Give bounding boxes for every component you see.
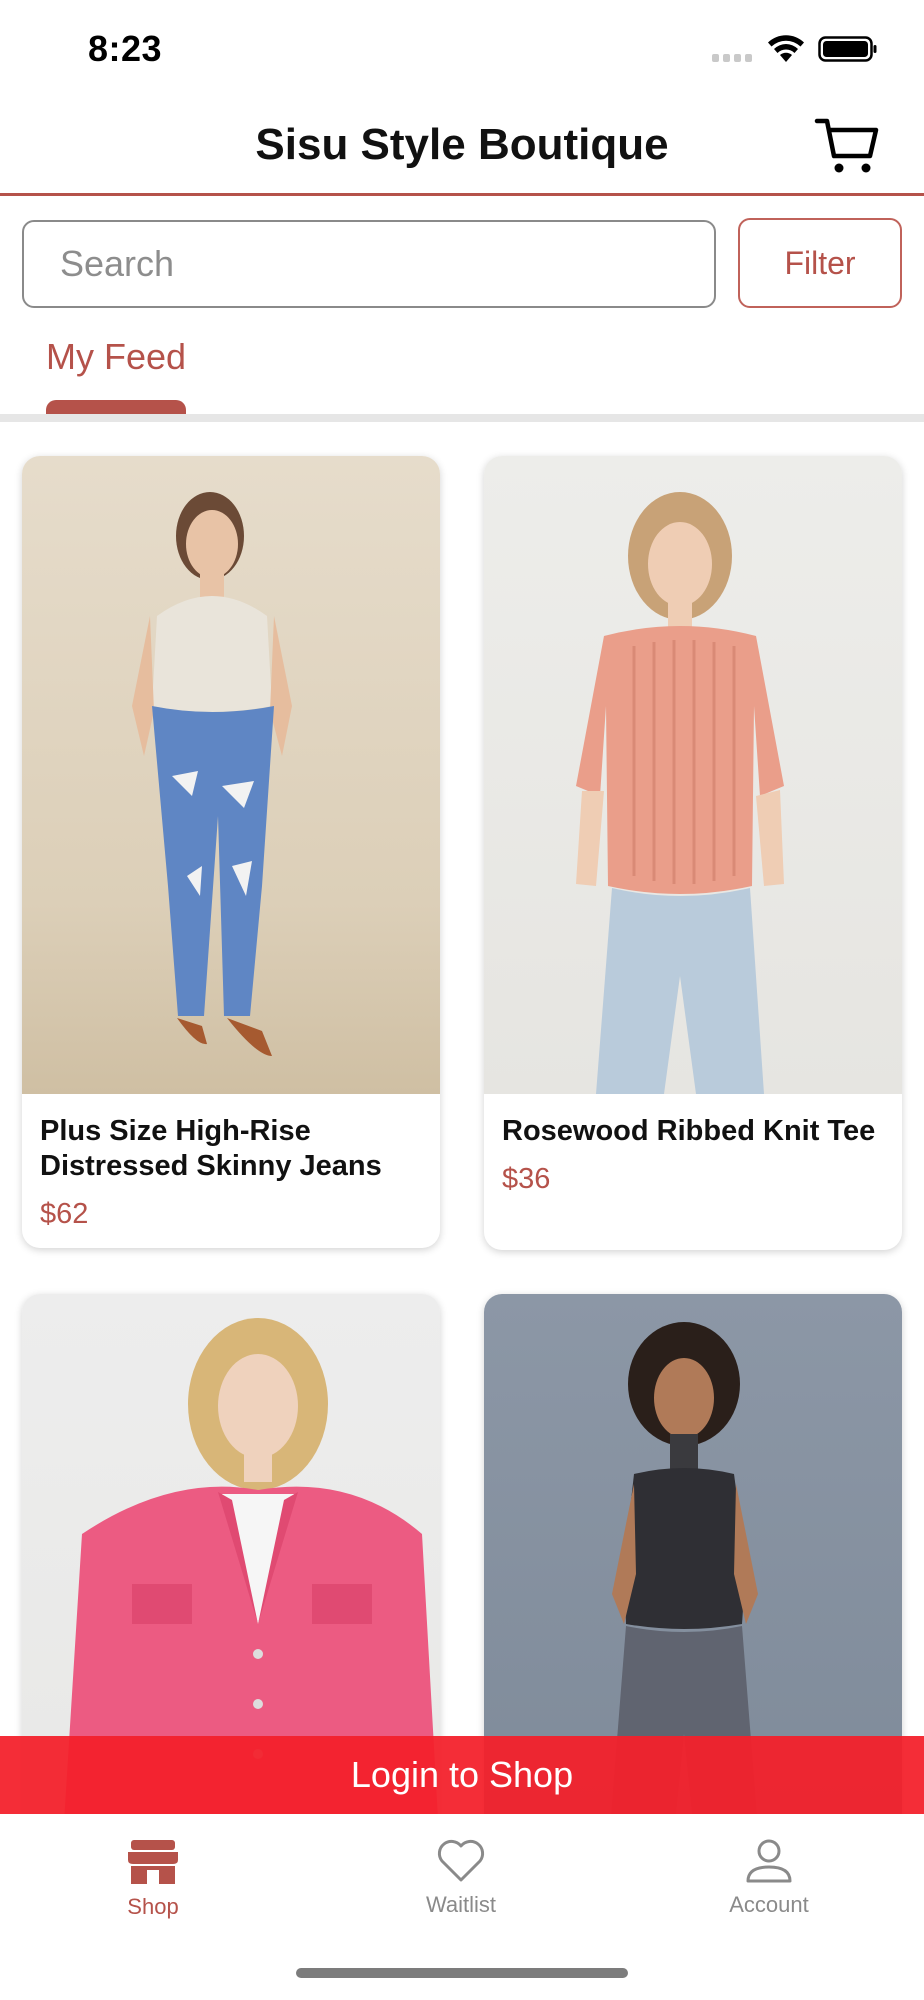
tabbar-label-account: Account — [729, 1892, 809, 1917]
wifi-icon — [768, 35, 804, 62]
battery-icon — [818, 36, 877, 62]
signal-icon — [712, 54, 754, 64]
status-bar: 8:23 — [0, 0, 924, 100]
login-to-shop-button[interactable]: Login to Shop — [0, 1736, 924, 1814]
heart-icon — [437, 1839, 485, 1882]
page-title: Sisu Style Boutique — [255, 120, 669, 169]
tab-divider — [0, 414, 924, 422]
storefront-icon — [128, 1840, 178, 1884]
product-card[interactable]: Plus Size High-Rise Distressed Skinny Je… — [22, 456, 440, 1248]
tabbar-item-account[interactable]: Account — [689, 1838, 849, 1918]
product-name: Rosewood Ribbed Knit Tee — [502, 1115, 876, 1147]
person-icon — [746, 1839, 792, 1883]
tabbar-item-waitlist[interactable]: Waitlist — [381, 1838, 541, 1918]
search-input[interactable] — [24, 222, 714, 306]
home-indicator — [296, 1968, 628, 1978]
header: Sisu Style Boutique — [0, 100, 924, 196]
model-figure-image — [576, 492, 784, 1094]
filter-button[interactable]: Filter — [738, 218, 902, 308]
tabbar-label-shop: Shop — [127, 1894, 179, 1919]
tabbar-label-waitlist: Waitlist — [425, 1892, 497, 1917]
product-price: $36 — [502, 1163, 551, 1195]
tab-my-feed[interactable]: My Feed — [46, 336, 186, 378]
product-price: $62 — [40, 1198, 89, 1230]
model-figure-image — [132, 492, 292, 1056]
tabbar-item-shop[interactable]: Shop — [73, 1838, 233, 1920]
status-time: 8:23 — [88, 28, 163, 69]
search-field — [22, 220, 716, 308]
product-image — [484, 456, 902, 1094]
cart-icon[interactable] — [814, 116, 880, 176]
product-name: Plus Size High-Rise Distressed Skinny Je… — [40, 1115, 382, 1182]
product-card[interactable]: Rosewood Ribbed Knit Tee $36 — [484, 456, 902, 1250]
product-image — [22, 456, 440, 1094]
